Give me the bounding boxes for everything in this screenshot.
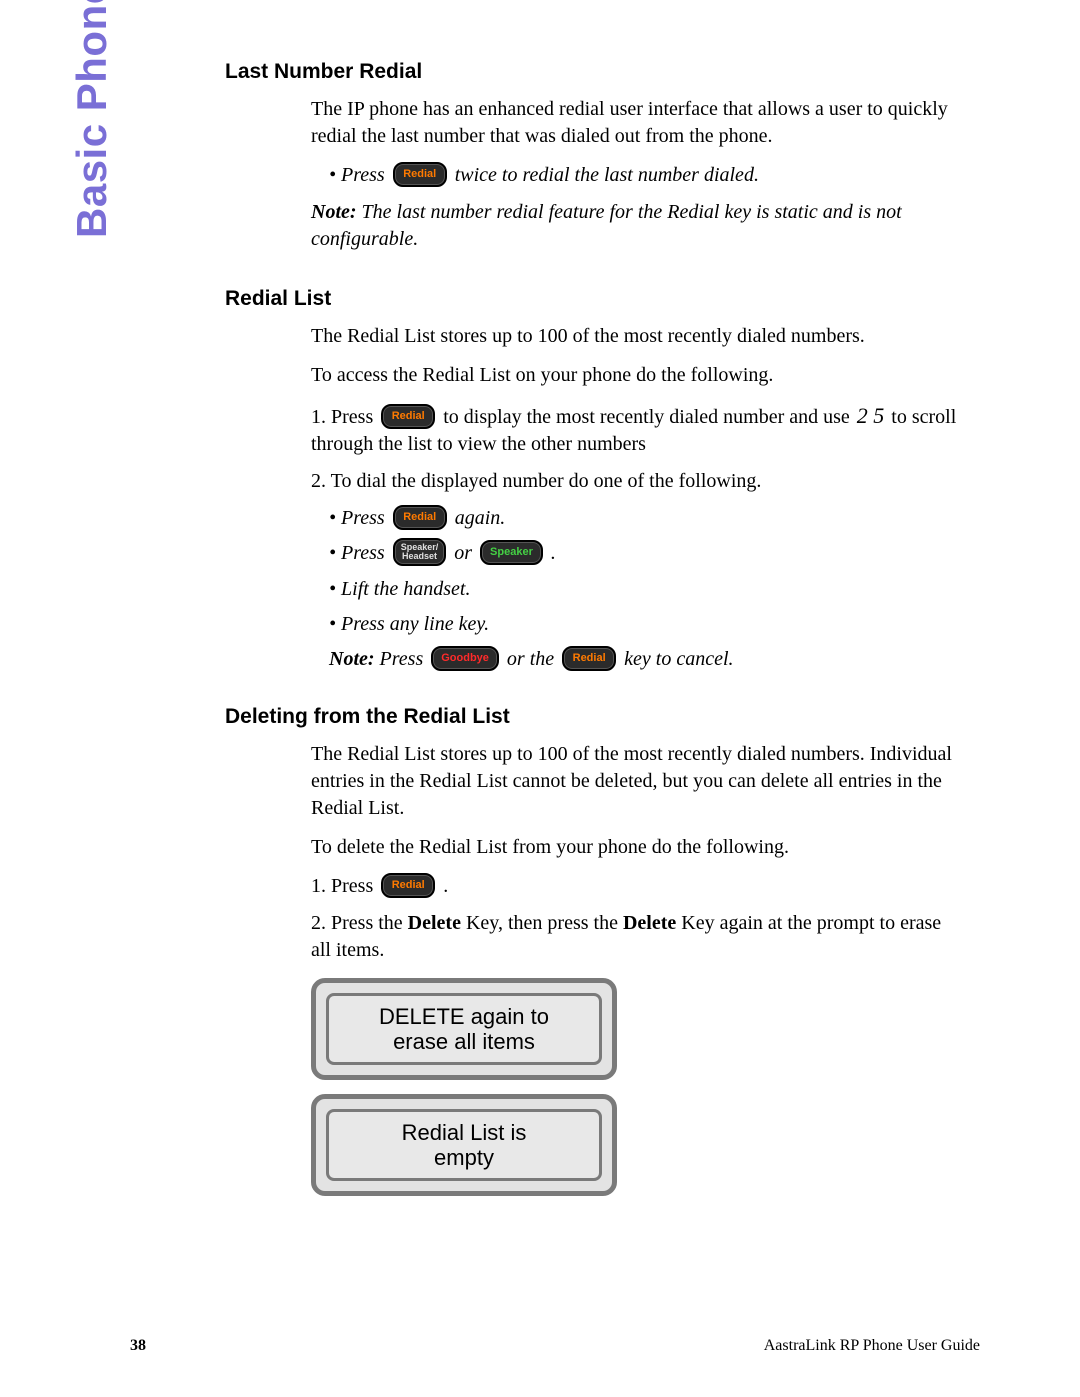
sec3-s1a: 1. Press [311,875,378,897]
page-content: Last Number Redial The IP phone has an e… [225,60,965,1226]
sec2-sub1a: Press [341,507,390,529]
sec1-note-text: The last number redial feature for the R… [311,201,902,250]
sec2-sub4: • Press any line key. [329,611,965,638]
sec2-note-c: key to cancel. [619,648,733,670]
phone-screen-2-inner: Redial List is empty [326,1109,602,1181]
sec2-sub2c: . [546,542,556,564]
redial-button-icon: Redial [381,873,435,898]
sec2-step2: 2. To dial the displayed number do one o… [311,468,965,495]
goodbye-button-icon: Goodbye [431,646,499,671]
sec2-p2: To access the Redial List on your phone … [311,362,965,389]
sec3-s2a: 2. Press the [311,912,408,934]
sec2-s1a: 1. Press [311,406,378,428]
redial-button-icon: Redial [381,404,435,429]
screen2-line2: empty [434,1145,494,1170]
sec3-s2d: Delete [623,912,676,934]
heading-deleting-redial-list: Deleting from the Redial List [225,705,965,729]
speaker-button-icon: Speaker [480,540,543,565]
sec1-note: Note: The last number redial feature for… [311,199,965,253]
redial-button-icon: Redial [393,505,447,530]
speaker-headset-button-icon: Speaker/Headset [393,538,447,566]
phone-screen-1-inner: DELETE again to erase all items [326,993,602,1065]
heading-last-number-redial: Last Number Redial [225,60,965,84]
sec3-step2: 2. Press the Delete Key, then press the … [311,910,965,964]
sec3-s2c: Key, then press the [461,912,623,934]
sec1-bullet: • Press Redial twice to redial the last … [329,162,965,189]
screen1-line1: DELETE again to [379,1004,549,1029]
sec2-sub2b: or [449,542,477,564]
sec1-note-label: Note: [311,201,357,223]
screen1-line2: erase all items [393,1029,535,1054]
sec3-p1: The Redial List stores up to 100 of the … [311,741,965,822]
screen2-line1: Redial List is [402,1120,527,1145]
page-footer: 38 AastraLink RP Phone User Guide [130,1337,980,1355]
sec2-note-b: or the [502,648,559,670]
phone-screen-1: DELETE again to erase all items [311,978,617,1080]
sec3-p2: To delete the Redial List from your phon… [311,834,965,861]
sec2-s1b: to display the most recently dialed numb… [438,406,855,428]
sec2-note: Note: Press Goodbye or the Redial key to… [329,646,965,673]
side-tab-text: Basic Phone Features [68,0,115,238]
sec2-note-a: Press [375,648,429,670]
phone-screens: DELETE again to erase all items Redial L… [311,978,965,1196]
scroll-keys-icon: 2 5 [855,403,887,428]
sec3-s2b: Delete [408,912,461,934]
sec3-step1: 1. Press Redial . [311,873,965,900]
phone-screen-2: Redial List is empty [311,1094,617,1196]
side-tab-label: Basic Phone Features [68,0,116,238]
sec2-sub3: • Lift the handset. [329,576,965,603]
sec1-b1a: Press [341,164,390,186]
guide-title: AastraLink RP Phone User Guide [764,1337,980,1355]
sec2-sub2a: Press [341,542,390,564]
sec1-b1b: twice to redial the last number dialed. [450,164,759,186]
sec1-intro: The IP phone has an enhanced redial user… [311,96,965,150]
sec2-sub1: • Press Redial again. [329,505,965,532]
sec2-note-label: Note: [329,648,375,670]
redial-button-icon: Redial [393,162,447,187]
page-number: 38 [130,1337,146,1354]
sec2-p1: The Redial List stores up to 100 of the … [311,323,965,350]
sec2-sub1b: again. [450,507,506,529]
heading-redial-list: Redial List [225,287,965,311]
sec2-sub2: • Press Speaker/Headset or Speaker . [329,540,965,568]
sec3-s1b: . [438,875,448,897]
redial-button-icon: Redial [562,646,616,671]
sec2-step1: 1. Press Redial to display the most rece… [311,401,965,458]
